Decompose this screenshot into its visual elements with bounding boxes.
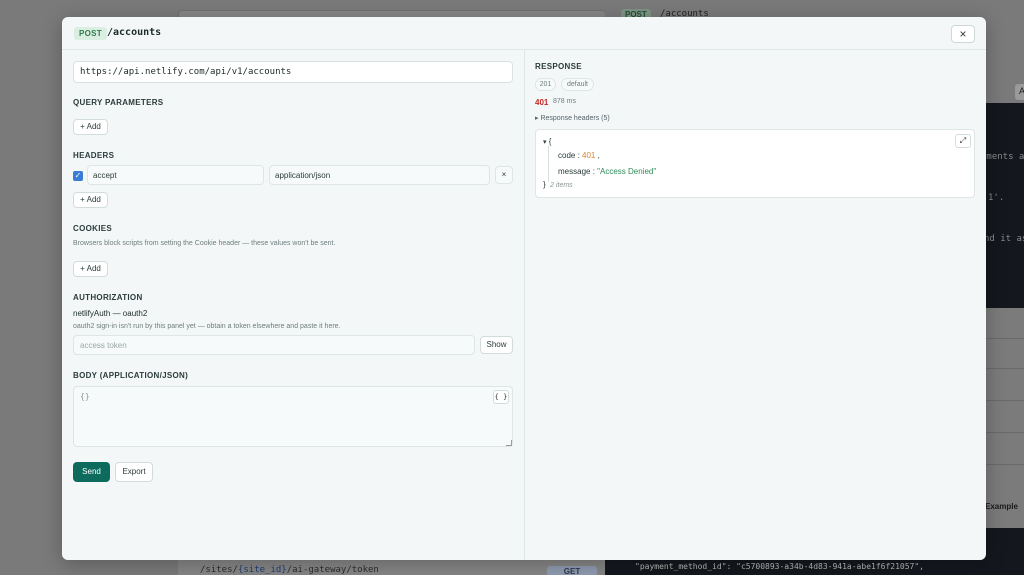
response-title: RESPONSE	[535, 62, 582, 71]
response-code-chip[interactable]: 201	[535, 78, 556, 91]
close-button[interactable]: ×	[951, 25, 975, 43]
method-badge: POST	[74, 27, 107, 40]
response-timing: 878 ms	[553, 98, 576, 105]
header-enabled-checkbox[interactable]: ✓	[73, 171, 83, 181]
request-modal: POST /accounts × https://api.netlify.com…	[62, 17, 986, 560]
show-token-button[interactable]: Show	[480, 336, 513, 354]
header-value-field[interactable]: application/json	[269, 165, 490, 185]
background-code-fragment: nd it as	[984, 234, 1024, 244]
json-field-row: message : "Access Denied"	[558, 167, 657, 176]
expand-icon[interactable]: ⤢	[955, 134, 971, 148]
add-cookie-button[interactable]: + Add	[73, 261, 108, 277]
format-json-button[interactable]: { }	[493, 390, 509, 404]
headers-title: HEADERS	[73, 151, 115, 160]
background-code-fragment: 1'.	[988, 193, 1005, 203]
background-add-button: Ad	[1015, 84, 1024, 100]
export-button[interactable]: Export	[115, 462, 153, 482]
chevron-down-icon[interactable]: ▾	[543, 139, 547, 146]
json-close-line: } 2 items	[543, 180, 573, 189]
background-example-tab: Example	[985, 502, 1018, 511]
authorization-title: AUTHORIZATION	[73, 293, 143, 302]
response-code-chip[interactable]: default	[561, 78, 594, 91]
access-token-input[interactable]: access token	[73, 335, 475, 355]
response-headers-toggle[interactable]: ▸ Response headers (5)	[535, 114, 610, 122]
background-code-fragment: uments a	[981, 152, 1024, 162]
add-query-parameter-button[interactable]: + Add	[73, 119, 108, 135]
background-endpoint-path: /sites/{site_id}/ai-gateway/token	[200, 565, 379, 575]
json-field-row: code : 401 ,	[558, 151, 600, 160]
url-field[interactable]: https://api.netlify.com/api/v1/accounts	[73, 61, 513, 83]
remove-header-button[interactable]: ×	[495, 166, 513, 184]
background-code-line: "payment_method_id": "c5700893-a34b-4d83…	[635, 562, 924, 571]
json-indent-guide	[548, 146, 549, 182]
background-get-badge: GET	[547, 566, 597, 575]
cookies-hint: Browsers block scripts from setting the …	[73, 240, 336, 247]
add-header-button[interactable]: + Add	[73, 192, 108, 208]
cookies-title: COOKIES	[73, 224, 112, 233]
close-icon: ×	[959, 27, 967, 41]
resize-handle-icon[interactable]	[506, 440, 512, 446]
request-body-editor[interactable]: {}	[73, 386, 513, 447]
auth-hint: oauth2 sign-in isn't run by this panel y…	[73, 323, 341, 330]
query-parameters-title: QUERY PARAMETERS	[73, 98, 164, 107]
body-title: BODY (APPLICATION/JSON)	[73, 371, 189, 380]
json-open-line: ▾ {	[543, 137, 552, 146]
checkmark-icon: ✓	[74, 171, 82, 180]
modal-header: POST /accounts ×	[62, 17, 986, 50]
endpoint-path: /accounts	[107, 27, 162, 38]
close-icon: ×	[501, 170, 507, 179]
header-name-field[interactable]: accept	[87, 165, 264, 185]
auth-scheme-label: netlifyAuth — oauth2	[73, 309, 148, 318]
send-button[interactable]: Send	[73, 462, 110, 482]
status-code: 401	[535, 98, 549, 107]
column-divider	[524, 50, 525, 560]
response-json-viewer: ⤢ ▾ { code : 401 , message : "Access Den…	[535, 129, 975, 198]
